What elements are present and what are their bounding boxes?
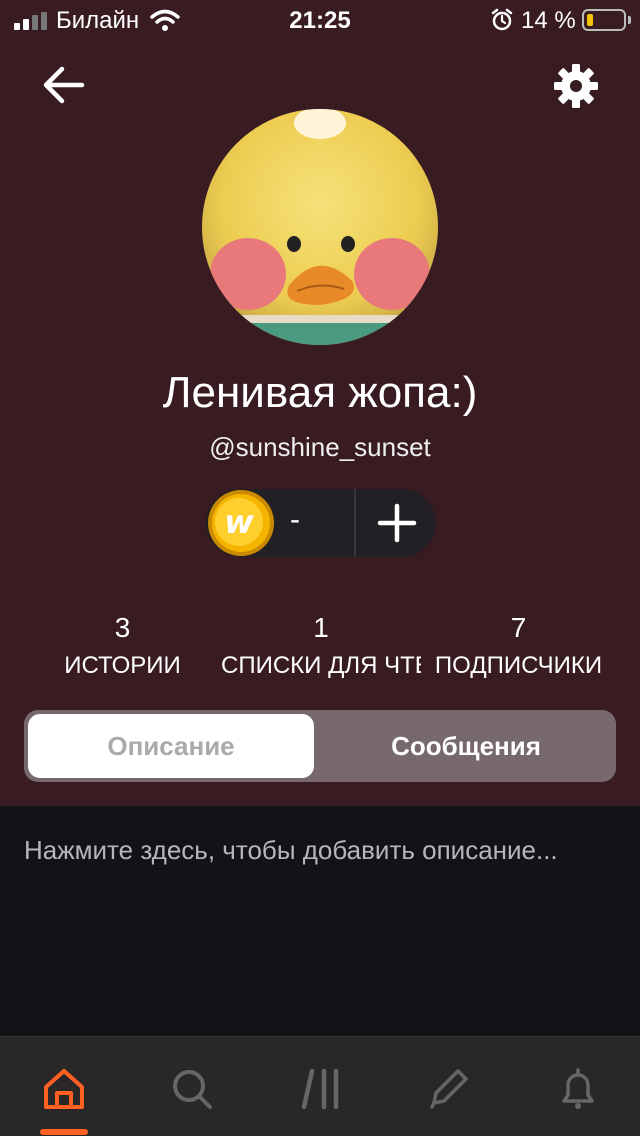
- pencil-icon[interactable]: [424, 1065, 472, 1113]
- bell-icon[interactable]: [554, 1065, 602, 1113]
- profile-header: Билайн 21:25 14 % Ленивая жопа:) @sunshi…: [0, 0, 640, 806]
- status-bar: Билайн 21:25 14 %: [0, 0, 640, 40]
- followers-count: 7: [510, 612, 527, 643]
- battery-icon: [582, 9, 626, 31]
- tab-description[interactable]: Описание: [28, 714, 314, 778]
- profile-name: Ленивая жопа:): [162, 368, 478, 417]
- stat-stories[interactable]: 3 ИСТОРИИ: [16, 612, 229, 680]
- tab-messages[interactable]: Сообщения: [320, 714, 612, 778]
- stories-label: ИСТОРИИ: [64, 652, 181, 679]
- svg-text:w: w: [224, 503, 254, 541]
- home-icon[interactable]: [40, 1065, 88, 1113]
- battery-percent: 14 %: [521, 7, 576, 34]
- profile-tabs: Описание Сообщения: [24, 710, 616, 782]
- bottom-tab-bar: [0, 1036, 640, 1136]
- gear-icon[interactable]: [552, 62, 600, 110]
- alarm-icon: [491, 8, 513, 31]
- coin-count: -: [290, 503, 300, 536]
- plus-icon[interactable]: [356, 489, 436, 557]
- coin-icon: w: [208, 490, 274, 556]
- search-icon[interactable]: [168, 1065, 216, 1113]
- battery-nub: [628, 16, 631, 24]
- avatar[interactable]: [202, 109, 438, 345]
- add-description-prompt[interactable]: Нажмите здесь, чтобы добавить описание..…: [24, 835, 558, 866]
- followers-label: ПОДПИСЧИКИ: [434, 652, 603, 679]
- reading-lists-label: СПИСКИ ДЛЯ ЧТЕНИЯ: [221, 652, 421, 679]
- reading-lists-count: 1: [313, 612, 329, 643]
- stat-followers[interactable]: 7 ПОДПИСЧИКИ: [412, 612, 625, 680]
- coin-balance[interactable]: w -: [206, 489, 436, 557]
- back-arrow-icon[interactable]: [38, 60, 88, 110]
- library-icon[interactable]: [298, 1065, 346, 1113]
- stories-count: 3: [114, 612, 131, 643]
- active-tab-indicator: [40, 1129, 88, 1135]
- profile-handle: @sunshine_sunset: [209, 432, 431, 462]
- stat-reading-lists[interactable]: 1 СПИСКИ ДЛЯ ЧТЕНИЯ: [221, 612, 421, 680]
